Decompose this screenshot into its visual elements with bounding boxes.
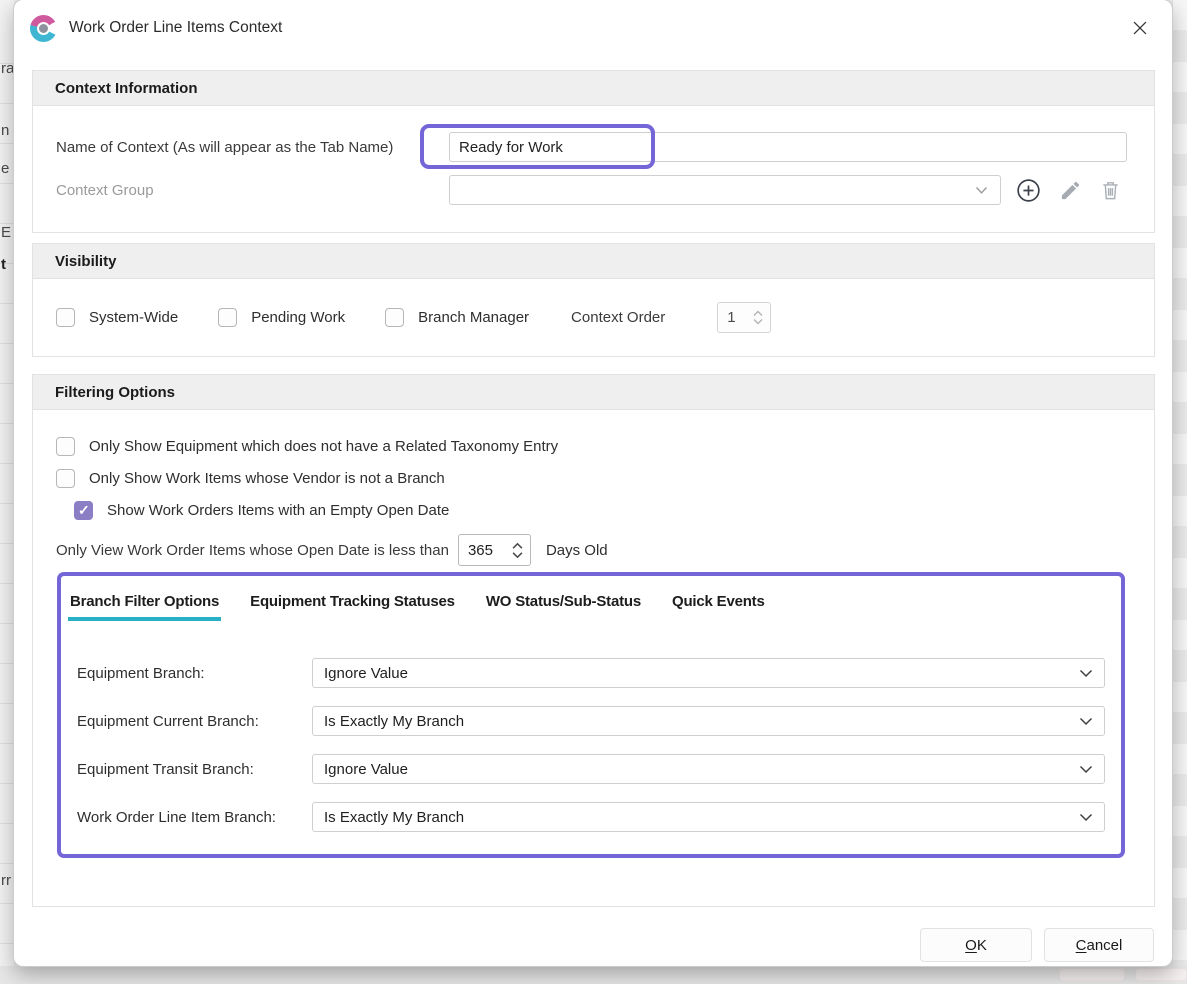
spinner-arrows-icon[interactable]	[753, 310, 770, 325]
days-old-prefix-label: Only View Work Order Items whose Open Da…	[56, 542, 449, 559]
background-text-fragment: rr	[1, 872, 11, 889]
days-old-suffix-label: Days Old	[546, 542, 608, 559]
checkbox-label: System-Wide	[89, 309, 178, 326]
section-visibility: Visibility System-Wide Pending Work Bran…	[32, 243, 1155, 357]
context-order-label: Context Order	[571, 309, 665, 326]
equipment-transit-branch-select[interactable]: Ignore Value	[312, 754, 1105, 784]
tab-branch-filter-options[interactable]: Branch Filter Options	[68, 590, 221, 621]
equipment-current-branch-label: Equipment Current Branch:	[77, 713, 312, 730]
checkbox-system-wide[interactable]: System-Wide	[56, 308, 178, 327]
chevron-down-icon	[1079, 765, 1093, 774]
days-old-spinner[interactable]: 365	[458, 534, 531, 566]
ok-button[interactable]: OK	[920, 928, 1032, 962]
name-of-context-label: Name of Context (As will appear as the T…	[56, 139, 449, 156]
section-header-filtering-options: Filtering Options	[33, 375, 1154, 410]
background-text-fragment: E	[1, 224, 11, 241]
background-window-left-sliver: ra n e E t rr	[0, 0, 14, 984]
edit-context-group-button[interactable]	[1059, 179, 1082, 202]
app-logo-icon	[30, 15, 57, 42]
checkbox-no-related-taxonomy[interactable]: Only Show Equipment which does not have …	[56, 437, 558, 456]
checkbox-label: Only Show Work Items whose Vendor is not…	[89, 470, 445, 487]
context-order-value: 1	[718, 309, 753, 326]
checkbox-box[interactable]	[56, 437, 75, 456]
checkbox-empty-open-date[interactable]: Show Work Orders Items with an Empty Ope…	[74, 501, 449, 520]
background-text-fragment: e	[1, 160, 9, 177]
section-filtering-options: Filtering Options Only Show Equipment wh…	[32, 374, 1155, 907]
section-header-visibility: Visibility	[33, 244, 1154, 279]
dialog-footer: OK Cancel	[920, 928, 1154, 962]
cancel-button[interactable]: Cancel	[1044, 928, 1154, 962]
dialog-titlebar: Work Order Line Items Context	[14, 0, 1172, 56]
checkbox-label: Show Work Orders Items with an Empty Ope…	[107, 502, 449, 519]
equipment-transit-branch-label: Equipment Transit Branch:	[77, 761, 312, 778]
tab-quick-events[interactable]: Quick Events	[670, 590, 767, 621]
close-icon[interactable]	[1124, 13, 1156, 43]
context-order-spinner[interactable]: 1	[717, 302, 771, 333]
trash-icon	[1099, 179, 1122, 202]
checkbox-label: Pending Work	[251, 309, 345, 326]
checkbox-branch-manager[interactable]: Branch Manager	[385, 308, 529, 327]
checkbox-pending-work[interactable]: Pending Work	[218, 308, 345, 327]
checkbox-label: Only Show Equipment which does not have …	[89, 438, 558, 455]
field-row-equipment-transit-branch: Equipment Transit Branch: Ignore Value	[61, 754, 1121, 784]
chevron-down-icon	[1079, 717, 1093, 726]
field-row-wo-line-item-branch: Work Order Line Item Branch: Is Exactly …	[61, 802, 1121, 832]
field-row-equipment-branch: Equipment Branch: Ignore Value	[61, 658, 1121, 688]
checkbox-box[interactable]	[56, 308, 75, 327]
chevron-down-icon	[1079, 813, 1093, 822]
checkbox-label: Branch Manager	[418, 309, 529, 326]
section-header-context-information: Context Information	[33, 71, 1154, 106]
work-order-line-item-branch-select[interactable]: Is Exactly My Branch	[312, 802, 1105, 832]
spinner-arrows-icon[interactable]	[512, 542, 530, 559]
work-order-line-item-branch-label: Work Order Line Item Branch:	[77, 809, 312, 826]
background-ghost-button	[1135, 968, 1187, 981]
background-window-bottom-sliver	[0, 966, 1187, 984]
context-name-input[interactable]	[449, 132, 1127, 162]
dialog-title: Work Order Line Items Context	[69, 19, 282, 37]
plus-circle-icon	[1015, 177, 1042, 204]
add-context-group-button[interactable]	[1015, 177, 1042, 204]
background-text-fragment: ra	[1, 60, 14, 77]
branch-filter-panel: Branch Filter Options Equipment Tracking…	[57, 572, 1125, 858]
filter-tabs: Branch Filter Options Equipment Tracking…	[61, 576, 1121, 621]
equipment-current-branch-select[interactable]: Is Exactly My Branch	[312, 706, 1105, 736]
background-window-right-sliver	[1172, 0, 1187, 984]
checkbox-vendor-not-branch[interactable]: Only Show Work Items whose Vendor is not…	[56, 469, 445, 488]
checkbox-box[interactable]	[385, 308, 404, 327]
delete-context-group-button[interactable]	[1099, 179, 1122, 202]
days-old-value: 365	[459, 542, 512, 559]
tab-wo-status-sub-status[interactable]: WO Status/Sub-Status	[484, 590, 643, 621]
checkbox-box[interactable]	[218, 308, 237, 327]
tab-equipment-tracking-statuses[interactable]: Equipment Tracking Statuses	[248, 590, 457, 621]
checkbox-box-checked[interactable]	[74, 501, 93, 520]
background-ghost-button	[1059, 968, 1125, 981]
work-order-line-items-context-dialog: Work Order Line Items Context Context In…	[14, 0, 1172, 966]
equipment-branch-select[interactable]: Ignore Value	[312, 658, 1105, 688]
chevron-down-icon	[1079, 669, 1093, 678]
pencil-icon	[1059, 179, 1082, 202]
context-group-label: Context Group	[56, 182, 449, 199]
context-group-dropdown[interactable]	[449, 175, 1001, 205]
section-context-information: Context Information Name of Context (As …	[32, 70, 1155, 233]
checkbox-box[interactable]	[56, 469, 75, 488]
chevron-down-icon	[975, 186, 988, 195]
field-row-equipment-current-branch: Equipment Current Branch: Is Exactly My …	[61, 706, 1121, 736]
background-text-fragment: n	[1, 122, 9, 139]
background-text-fragment: t	[1, 256, 6, 273]
equipment-branch-label: Equipment Branch:	[77, 665, 312, 682]
